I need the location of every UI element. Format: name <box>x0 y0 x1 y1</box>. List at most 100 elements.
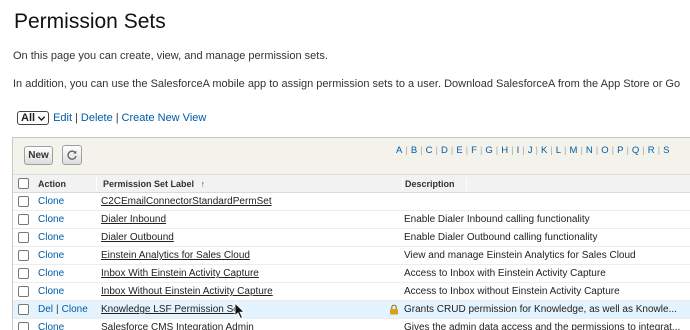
edit-view-link[interactable]: Edit <box>53 112 72 124</box>
alphabet-letter-n[interactable]: N <box>586 145 593 156</box>
clone-link[interactable]: Clone <box>38 214 64 225</box>
alphabet-letter-k[interactable]: K <box>541 145 547 156</box>
description-cell: Grants CRUD permission for Knowledge, as… <box>404 304 677 315</box>
action-cell: Clone <box>38 214 64 225</box>
clone-link[interactable]: Clone <box>38 268 64 279</box>
header-action[interactable]: Action <box>38 179 66 189</box>
alphabet-letter-f[interactable]: F <box>471 145 477 156</box>
alphabet-letter-j[interactable]: J <box>528 145 533 156</box>
column-divider <box>466 178 467 191</box>
alphabet-separator: | <box>550 145 553 156</box>
alphabet-letter-p[interactable]: P <box>617 145 623 156</box>
alphabet-letter-o[interactable]: O <box>601 145 608 156</box>
alphabet-separator: | <box>420 145 423 156</box>
lock-icon <box>390 304 398 315</box>
table-row: Clone Inbox With Einstein Activity Captur… <box>13 265 690 283</box>
column-divider <box>402 178 403 191</box>
list-panel: New A | B | C | D | E | F | G | H | I | J | K | L | M | N | O | P | Q | R |… <box>12 137 690 330</box>
permission-set-label-link[interactable]: Salesforce CMS Integration Admin <box>101 322 254 330</box>
alphabet-letter-a[interactable]: A <box>396 145 402 156</box>
table-header: Action Permission Set Label ↑ Descriptio… <box>13 174 690 193</box>
delete-link[interactable]: Del <box>38 304 53 315</box>
info-text: In addition, you can use the SalesforceA… <box>13 78 681 90</box>
row-checkbox[interactable] <box>18 214 29 225</box>
alphabet-separator: | <box>657 145 661 156</box>
alphabet-letter-i[interactable]: I <box>517 145 520 156</box>
clone-link[interactable]: Clone <box>38 250 64 261</box>
description-cell: View and manage Einstein Analytics for S… <box>404 250 636 261</box>
alphabet-letter-q[interactable]: Q <box>632 145 639 156</box>
alphabet-separator: | <box>626 145 629 156</box>
permission-set-label-link[interactable]: Inbox Without Einstein Activity Capture <box>101 286 273 297</box>
separator: | <box>115 112 119 124</box>
permission-set-label-link[interactable]: Inbox With Einstein Activity Capture <box>101 268 259 279</box>
alphabet-letter-g[interactable]: G <box>485 145 492 156</box>
permission-set-label-link[interactable]: Dialer Inbound <box>101 214 166 225</box>
alphabet-separator: | <box>522 145 525 156</box>
action-cell: Clone <box>38 196 64 207</box>
row-checkbox[interactable] <box>18 286 29 297</box>
action-cell: Clone <box>38 232 64 243</box>
delete-view-link[interactable]: Delete <box>81 112 113 124</box>
row-checkbox[interactable] <box>18 268 29 279</box>
create-new-view-link[interactable]: Create New View <box>122 112 207 124</box>
column-divider <box>96 178 97 191</box>
list-toolbar: New A | B | C | D | E | F | G | H | I | J | K | L | M | N | O | P | Q | R |… <box>13 138 690 174</box>
select-all-checkbox[interactable] <box>18 178 29 189</box>
table-body: Clone C2CEmailConnectorStandardPermSet Clo… <box>13 193 690 330</box>
view-bar: All Edit | Delete | Create New View <box>17 111 206 125</box>
alphabet-letter-m[interactable]: M <box>570 145 578 156</box>
view-select-value: All <box>21 112 36 124</box>
new-button[interactable]: New <box>24 146 53 165</box>
description-cell: Gives the admin data access and the perm… <box>404 322 681 330</box>
alphabet-separator: | <box>495 145 499 156</box>
view-select[interactable]: All <box>17 111 50 125</box>
row-checkbox[interactable] <box>18 232 29 243</box>
header-label-text: Permission Set Label <box>103 179 195 189</box>
clone-link[interactable]: Clone <box>38 286 64 297</box>
action-cell: Clone <box>38 322 64 330</box>
refresh-button[interactable] <box>62 145 82 165</box>
row-checkbox[interactable] <box>18 304 29 315</box>
header-permission-set-label[interactable]: Permission Set Label ↑ <box>103 179 205 189</box>
chevron-down-icon <box>37 115 46 121</box>
permission-set-label-link[interactable]: Knowledge LSF Permission Se <box>101 304 239 315</box>
permission-set-label-link[interactable]: C2CEmailConnectorStandardPermSet <box>101 196 272 207</box>
permission-set-label-link[interactable]: Dialer Outbound <box>101 232 174 243</box>
alphabet-separator: | <box>580 145 583 156</box>
alphabet-separator: | <box>465 145 469 156</box>
clone-link[interactable]: Clone <box>38 232 64 243</box>
clone-link[interactable]: Clone <box>62 304 88 315</box>
alphabet-separator: | <box>511 145 514 156</box>
row-checkbox[interactable] <box>18 196 29 207</box>
alphabet-letter-s[interactable]: S <box>663 145 669 156</box>
alphabet-letter-d[interactable]: D <box>441 145 448 156</box>
sort-ascending-icon: ↑ <box>200 179 206 189</box>
alphabet-letter-c[interactable]: C <box>426 145 433 156</box>
alphabet-letter-e[interactable]: E <box>456 145 462 156</box>
action-cell: Clone <box>38 268 64 279</box>
row-checkbox[interactable] <box>18 250 29 261</box>
alphabet-letter-h[interactable]: H <box>501 145 508 156</box>
alphabet-letter-b[interactable]: B <box>411 145 417 156</box>
table-row: Clone Einstein Analytics for Sales Cloud V… <box>13 247 690 265</box>
alphabet-letter-r[interactable]: R <box>648 145 655 156</box>
alphabet-letter-l[interactable]: L <box>556 145 561 156</box>
alphabet-separator: | <box>595 145 599 156</box>
header-description[interactable]: Description <box>405 179 455 189</box>
alphabet-separator: | <box>450 145 454 156</box>
description-cell: Enable Dialer Inbound calling functional… <box>404 214 590 225</box>
row-checkbox[interactable] <box>18 322 29 330</box>
clone-link[interactable]: Clone <box>38 196 64 207</box>
mouse-cursor-icon <box>234 302 246 320</box>
alphabet-separator: | <box>405 145 408 156</box>
action-cell: Clone <box>38 286 64 297</box>
alphabet-separator: | <box>564 145 567 156</box>
action-cell: Del | Clone <box>38 304 88 315</box>
alphabet-separator: | <box>642 145 645 156</box>
refresh-icon <box>67 150 77 160</box>
permission-set-label-link[interactable]: Einstein Analytics for Sales Cloud <box>101 250 250 261</box>
clone-link[interactable]: Clone <box>38 322 64 330</box>
action-cell: Clone <box>38 250 64 261</box>
action-separator: | <box>56 304 59 315</box>
